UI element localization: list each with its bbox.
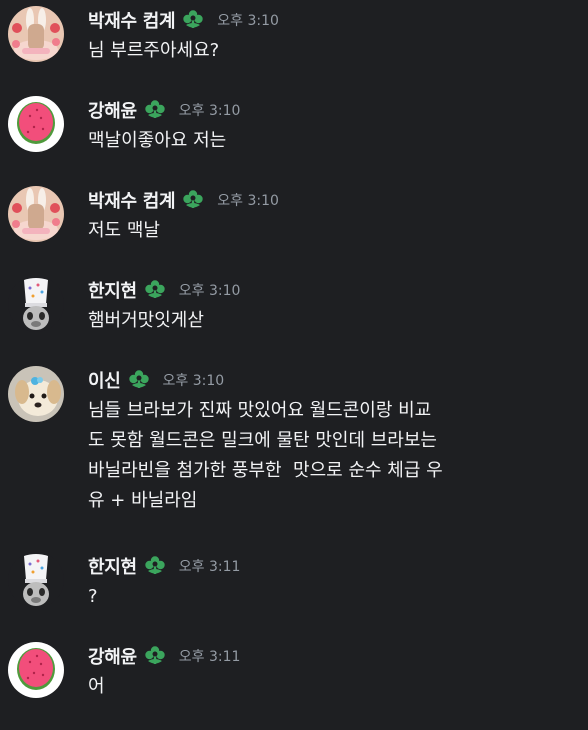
message-timestamp: 오후 3:10	[178, 283, 241, 299]
cat-chef-avatar-icon[interactable]	[8, 552, 64, 608]
bunny-heart-avatar-icon[interactable]	[8, 6, 64, 62]
watermelon-avatar-icon[interactable]	[8, 642, 64, 698]
green-flower-badge-icon	[127, 368, 151, 392]
message-timestamp: 오후 3:10	[162, 373, 225, 389]
puppy-avatar-icon[interactable]	[8, 366, 64, 422]
green-flower-badge-icon	[181, 188, 205, 212]
message-header: 강해윤 오후 3:11	[88, 642, 578, 670]
author-name[interactable]: 한지현	[88, 553, 137, 579]
message-header: 한지현 오후 3:11	[88, 552, 578, 580]
message-content: 강해윤 오후 3:10 맥날이좋아요 저는	[88, 96, 578, 156]
message-text: 님 부르주아세요?	[88, 40, 220, 61]
chat-message-list: 박재수 컴계 오후 3:10 님 부르주아세요? 강해윤 오후 3:10 맥날이…	[0, 0, 588, 730]
message-timestamp: 오후 3:11	[178, 649, 241, 665]
message-content: 박재수 컴계 오후 3:10 님 부르주아세요?	[88, 6, 578, 66]
message-header: 박재수 컴계 오후 3:10	[88, 186, 578, 214]
message-text: 맥날이좋아요 저는	[88, 130, 227, 151]
cat-chef-avatar-icon[interactable]	[8, 276, 64, 332]
message-content: 박재수 컴계 오후 3:10 저도 맥날	[88, 186, 578, 246]
author-name[interactable]: 강해윤	[88, 97, 137, 123]
author-name[interactable]: 이신	[88, 367, 121, 393]
author-name[interactable]: 박재수 컴계	[88, 7, 176, 33]
message-header: 이신 오후 3:10	[88, 366, 578, 394]
green-flower-badge-icon	[143, 644, 167, 668]
message-content: 한지현 오후 3:10 햄버거맛잇게삳	[88, 276, 578, 336]
message-header: 한지현 오후 3:10	[88, 276, 578, 304]
message-header: 강해윤 오후 3:10	[88, 96, 578, 124]
message-timestamp: 오후 3:11	[178, 559, 241, 575]
message-text: 저도 맥날	[88, 220, 160, 241]
message-content: 이신 오후 3:10 님들 브라보가 진짜 맛있어요 월드콘이랑 비교 도 못함…	[88, 366, 578, 516]
author-name[interactable]: 강해윤	[88, 643, 137, 669]
bunny-heart-avatar-icon[interactable]	[8, 186, 64, 242]
message-text: 어	[88, 676, 105, 697]
author-name[interactable]: 박재수 컴계	[88, 187, 176, 213]
green-flower-badge-icon	[143, 278, 167, 302]
message-timestamp: 오후 3:10	[178, 103, 241, 119]
message-timestamp: 오후 3:10	[217, 13, 279, 29]
author-name[interactable]: 한지현	[88, 277, 137, 303]
message-text: 님들 브라보가 진짜 맛있어요 월드콘이랑 비교 도 못함 월드콘은 밀크에 물…	[88, 400, 443, 511]
watermelon-avatar-icon[interactable]	[8, 96, 64, 152]
message-timestamp: 오후 3:10	[217, 193, 279, 209]
green-flower-badge-icon	[181, 8, 205, 32]
green-flower-badge-icon	[143, 98, 167, 122]
message-header: 박재수 컴계 오후 3:10	[88, 6, 578, 34]
green-flower-badge-icon	[143, 554, 167, 578]
message-content: 강해윤 오후 3:11 어	[88, 642, 578, 702]
message-text: 햄버거맛잇게삳	[88, 310, 204, 331]
message-content: 한지현 오후 3:11 ?	[88, 552, 578, 612]
message-text: ?	[88, 586, 98, 607]
